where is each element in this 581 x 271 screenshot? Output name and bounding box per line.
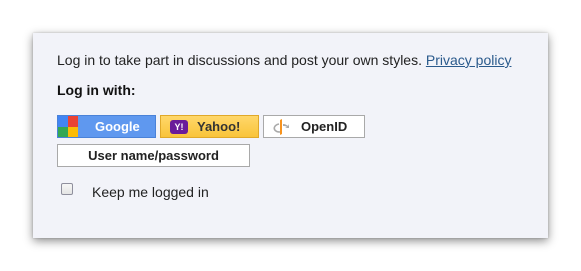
google-login-button[interactable]: Google <box>57 115 156 138</box>
yahoo-login-button[interactable]: Y! Yahoo! <box>160 115 259 138</box>
google-icon <box>58 116 78 137</box>
openid-icon <box>273 118 289 135</box>
username-password-button[interactable]: User name/password <box>57 144 250 167</box>
intro-message: Log in to take part in discussions and p… <box>57 52 422 68</box>
login-with-heading: Log in with: <box>57 82 136 98</box>
keep-logged-in-checkbox[interactable] <box>61 183 73 195</box>
google-button-label: Google <box>95 119 140 134</box>
privacy-policy-link[interactable]: Privacy policy <box>426 52 512 68</box>
intro-text: Log in to take part in discussions and p… <box>57 52 511 68</box>
yahoo-button-label: Yahoo! <box>197 119 241 134</box>
openid-login-button[interactable]: OpenID <box>263 115 365 138</box>
yahoo-icon: Y! <box>170 119 188 134</box>
openid-button-label: OpenID <box>301 119 348 134</box>
login-panel: Log in to take part in discussions and p… <box>33 33 548 238</box>
keep-logged-in-label[interactable]: Keep me logged in <box>92 184 209 200</box>
